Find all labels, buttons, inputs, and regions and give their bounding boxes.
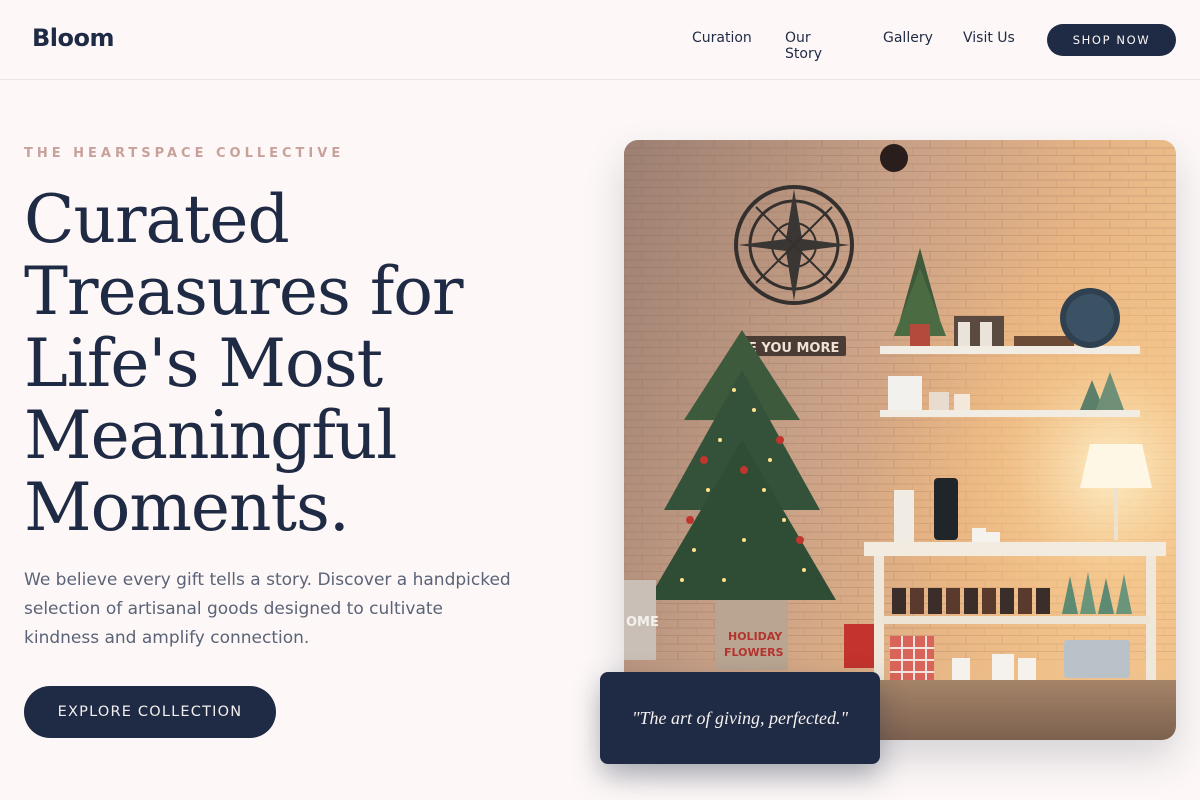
description-line: kindness and amplify connection.: [24, 628, 310, 648]
top-shelf: [880, 346, 1140, 354]
quote-card: "The art of giving, perfected.": [600, 672, 880, 764]
hero-eyebrow: THE HEARTSPACE COLLECTIVE: [24, 146, 345, 161]
hero-shop-photo: E YOU MORE HOLIDAY FLOWERS OME: [624, 140, 1176, 740]
red-bucket: [844, 624, 874, 668]
compass-wall-decor: [734, 185, 854, 305]
brand-logo[interactable]: Bloom: [32, 24, 115, 52]
headline-line: Curated: [24, 181, 290, 258]
gray-bin: [1064, 640, 1130, 678]
hero-description: We believe every gift tells a story. Dis…: [24, 566, 544, 653]
headline-line: Moments.: [24, 469, 350, 546]
explore-collection-button[interactable]: EXPLORE COLLECTION: [24, 686, 276, 738]
table-lamp: [1080, 444, 1152, 488]
site-header: Bloom Curation Our Story Gallery Visit U…: [0, 0, 1200, 80]
display-table: [864, 542, 1166, 556]
jar-row: [892, 588, 1050, 614]
nav-link-visit-us[interactable]: Visit Us: [963, 30, 1015, 62]
middle-shelf: [880, 410, 1140, 417]
hero-headline: Curated Treasures for Life's Most Meanin…: [24, 184, 584, 544]
nav-link-curation[interactable]: Curation: [692, 30, 752, 62]
description-line: We believe every gift tells a story. Dis…: [24, 570, 511, 590]
thermos: [934, 478, 958, 540]
headline-line: Treasures for: [24, 253, 464, 330]
nav-link-gallery[interactable]: Gallery: [883, 30, 933, 62]
crate-text-holiday: HOLIDAY: [728, 630, 783, 643]
gingham-bag: [890, 636, 934, 680]
shop-now-button[interactable]: SHOP NOW: [1047, 24, 1176, 56]
nav-link-our-story[interactable]: Our Story: [785, 30, 851, 62]
wall-sign-text: E YOU MORE: [748, 341, 839, 356]
ceiling-lamp: [880, 144, 908, 172]
crate-text-flowers: FLOWERS: [724, 646, 784, 659]
description-line: selection of artisanal goods designed to…: [24, 599, 443, 619]
headline-line: Meaningful: [24, 397, 397, 474]
pillow-text: OME: [626, 615, 659, 630]
main-nav: Curation Our Story Gallery Visit Us: [692, 30, 1015, 62]
headline-line: Life's Most: [24, 325, 383, 402]
quote-text: "The art of giving, perfected.": [631, 707, 849, 728]
